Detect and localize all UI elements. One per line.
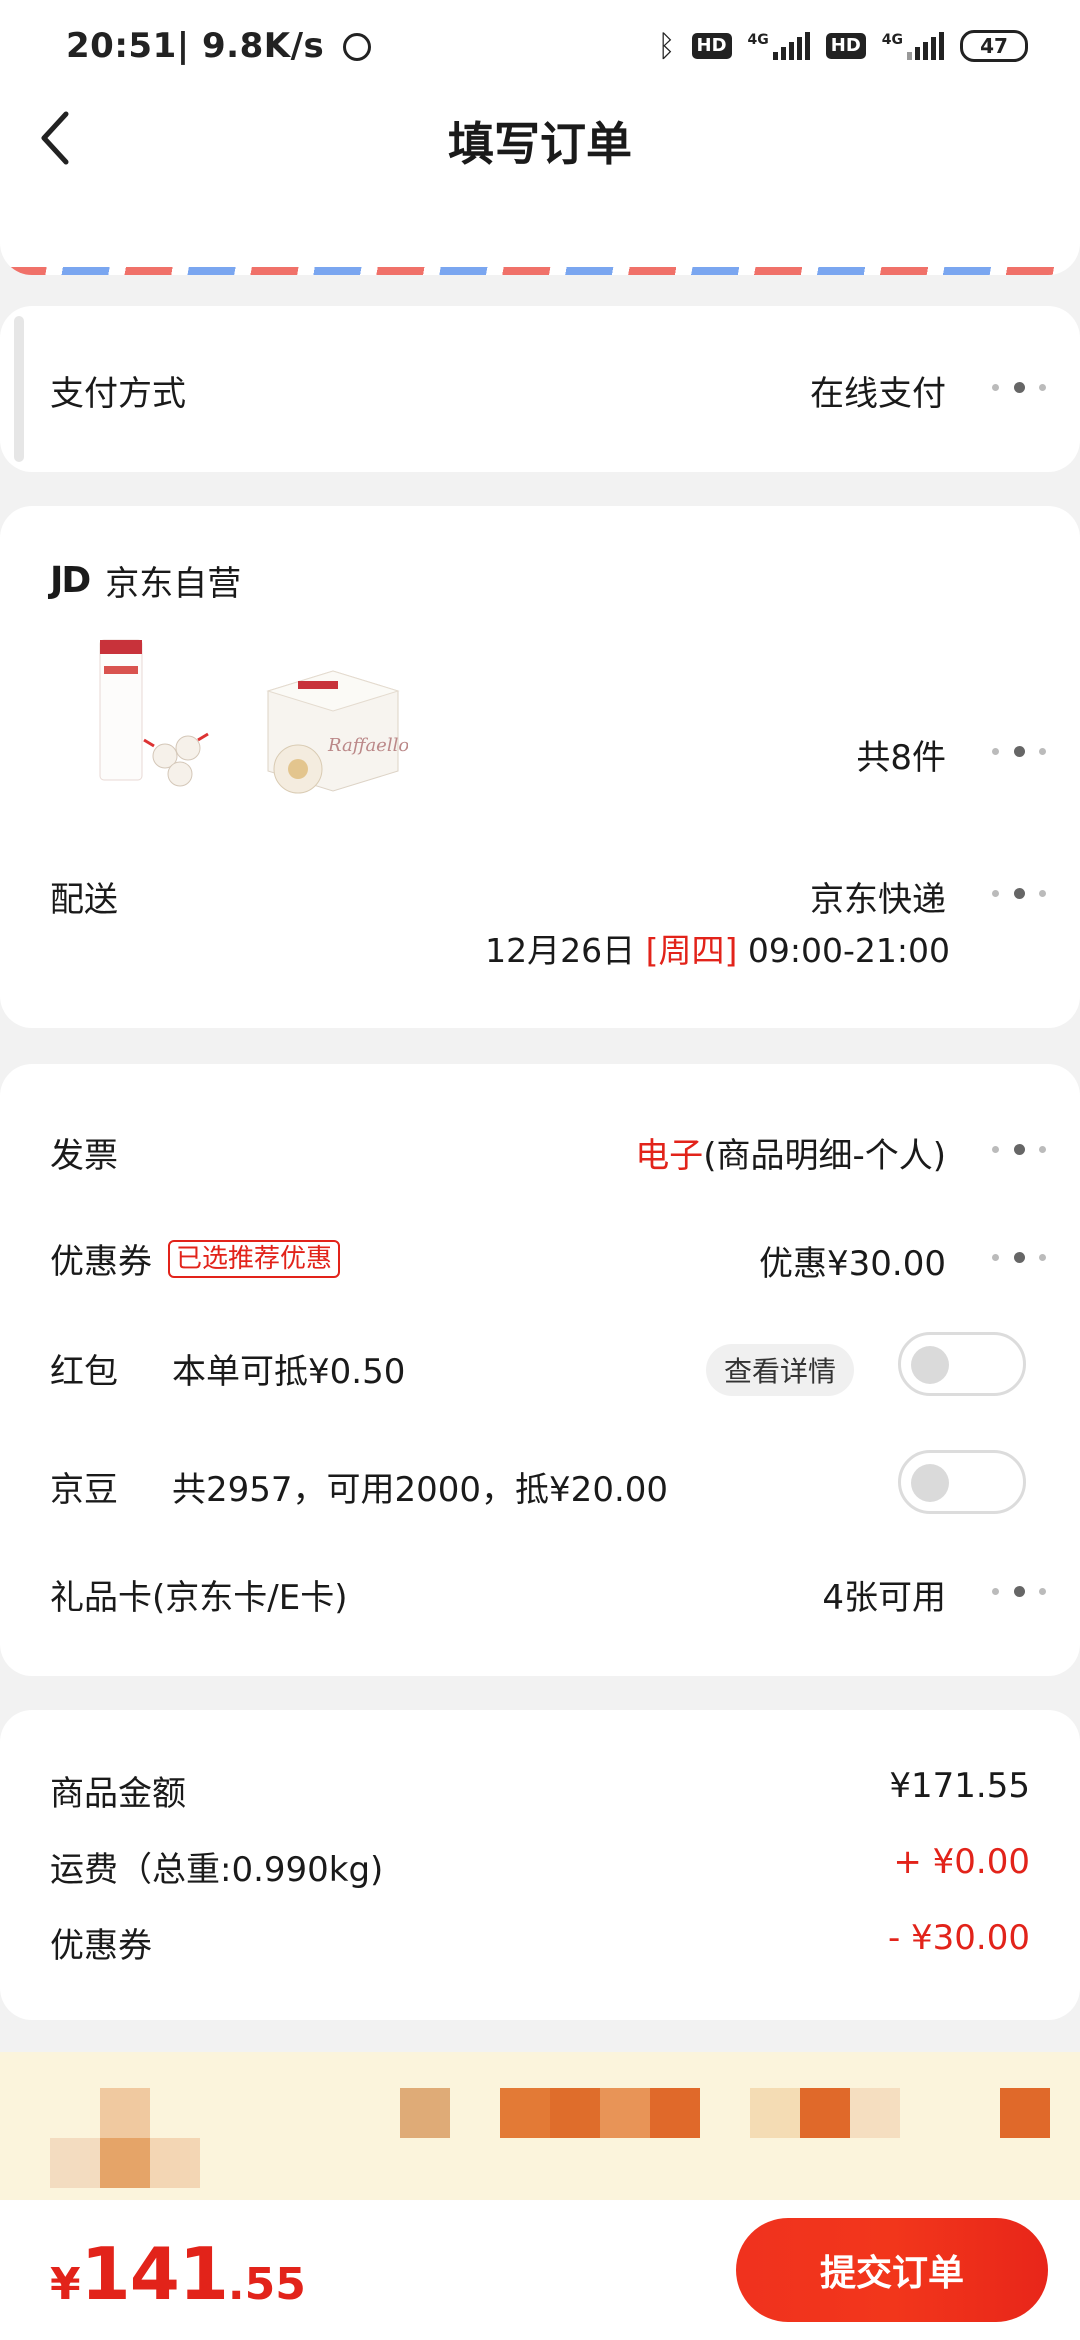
delivery-label: 配送	[50, 880, 118, 920]
item-count: 共8件	[856, 738, 946, 778]
status-time: 20:51| 9.8K/s	[66, 26, 371, 66]
page-title: 填写订单	[448, 117, 632, 171]
more-icon[interactable]	[992, 1142, 1046, 1156]
store-header: JD 京东自营	[50, 556, 241, 605]
benefits-card: 发票 电子(商品明细-个人) 优惠券 已选推荐优惠 优惠¥30.00 红包 本单…	[0, 1064, 1080, 1676]
payment-card[interactable]: 支付方式 在线支付	[0, 306, 1080, 472]
address-card[interactable]	[0, 195, 1080, 275]
payment-label: 支付方式	[50, 374, 186, 414]
goods-amount-label: 商品金额	[50, 1774, 186, 1814]
store-card: JD 京东自营 Raffaello 共8件 配送 京东快递 12月26日 [周四…	[0, 506, 1080, 1028]
status-icons: ᛒ HD 4G HD 4G 47	[657, 26, 1028, 66]
more-icon[interactable]	[992, 380, 1046, 394]
view-detail-button[interactable]: 查看详情	[706, 1344, 855, 1396]
product-image-1[interactable]	[70, 636, 220, 796]
invoice-value[interactable]: 电子(商品明细-个人)	[635, 1128, 946, 1177]
hd-icon-2: HD	[825, 33, 866, 59]
giftcard-value: 4张可用	[822, 1578, 946, 1618]
more-icon[interactable]	[992, 886, 1046, 900]
toggle-knob	[911, 1346, 949, 1384]
beans-label: 京豆	[50, 1470, 118, 1510]
beans-toggle[interactable]	[898, 1450, 1026, 1514]
svg-text:Raffaello: Raffaello	[327, 735, 408, 756]
battery-icon: 47	[960, 30, 1028, 62]
signal-icon-2: 4G	[882, 32, 944, 60]
toggle-knob	[911, 1464, 949, 1502]
summary-coupon-label: 优惠券	[50, 1926, 152, 1966]
promo-banner[interactable]	[0, 2052, 1080, 2202]
product-image-2[interactable]: Raffaello	[258, 651, 409, 801]
coupon-tag: 已选推荐优惠	[168, 1239, 341, 1278]
coupon-row[interactable]: 优惠券 已选推荐优惠	[50, 1234, 341, 1283]
bluetooth-icon: ᛒ	[657, 28, 676, 64]
delivery-value: 京东快递	[810, 880, 946, 920]
summary-card: 商品金额 ¥171.55 运费（总重:0.990kg) + ¥0.00 优惠券 …	[0, 1710, 1080, 2020]
redpacket-desc: 本单可抵¥0.50	[172, 1352, 406, 1392]
scroll-indicator	[14, 316, 24, 462]
giftcard-label: 礼品卡(京东卡/E卡)	[50, 1578, 348, 1618]
submit-order-button[interactable]: 提交订单	[736, 2218, 1048, 2322]
goods-amount-value: ¥171.55	[889, 1766, 1030, 1806]
redpacket-toggle[interactable]	[898, 1332, 1026, 1396]
delivery-time: 12月26日 [周四] 09:00-21:00	[485, 931, 950, 970]
coupon-label: 优惠券	[50, 1242, 152, 1282]
airmail-stripe	[0, 267, 1080, 275]
payment-value: 在线支付	[810, 374, 946, 414]
hd-icon: HD	[691, 33, 732, 59]
signal-icon: 4G	[748, 32, 810, 60]
freight-value: + ¥0.00	[893, 1842, 1030, 1882]
summary-coupon-value: - ¥30.00	[887, 1918, 1030, 1958]
more-icon[interactable]	[992, 744, 1046, 758]
product-box-icon: Raffaello	[266, 670, 409, 794]
invoice-label: 发票	[50, 1136, 118, 1176]
product-box-icon	[99, 639, 209, 787]
coupon-value: 优惠¥30.00	[759, 1244, 946, 1284]
alarm-icon	[342, 33, 371, 61]
more-icon[interactable]	[992, 1584, 1046, 1598]
total-price: ¥ 141 .55	[50, 2232, 306, 2316]
jd-logo: JD	[50, 560, 91, 601]
store-name: 京东自营	[105, 564, 242, 604]
freight-label: 运费（总重:0.990kg)	[50, 1850, 384, 1890]
beans-desc: 共2957，可用2000，抵¥20.00	[172, 1470, 669, 1510]
redpacket-label: 红包	[50, 1352, 118, 1392]
more-icon[interactable]	[992, 1250, 1046, 1264]
